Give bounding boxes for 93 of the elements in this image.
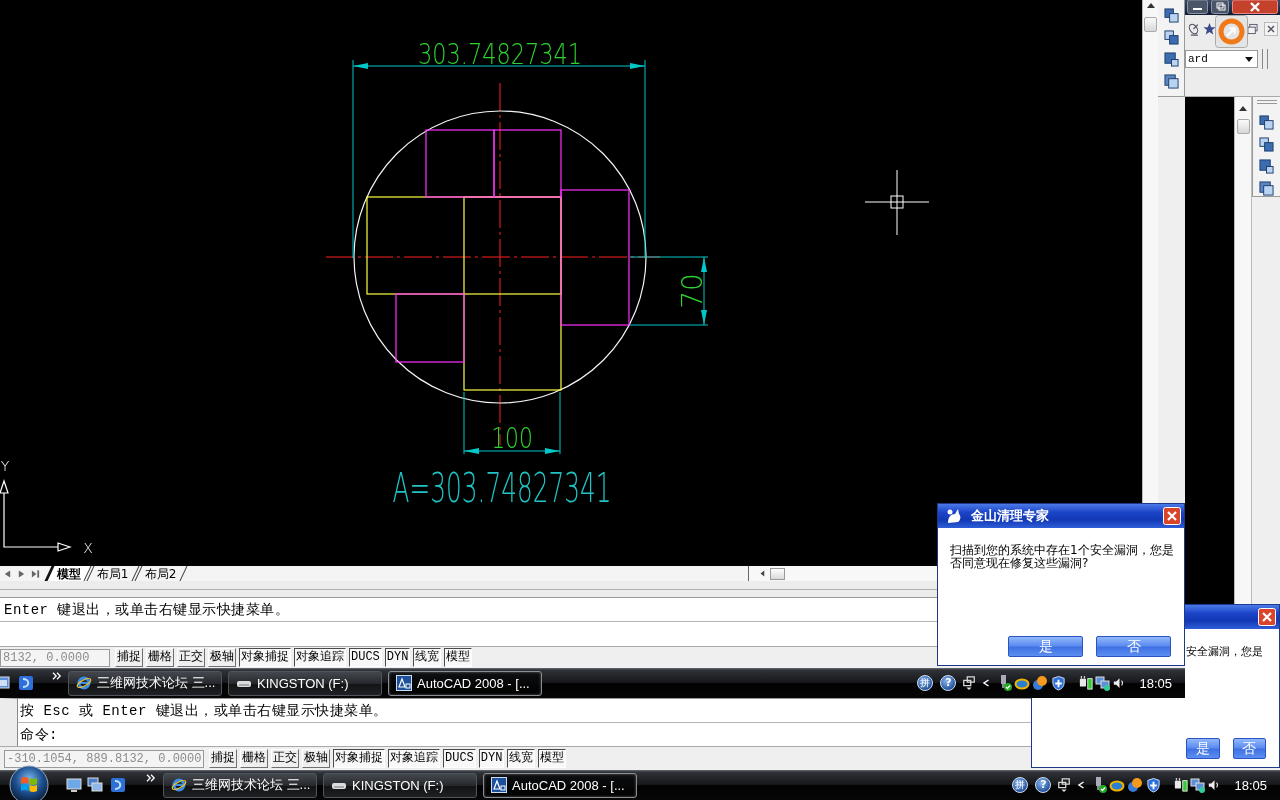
restore-icon[interactable] <box>1247 22 1258 36</box>
stacked-squares-icon[interactable] <box>1259 159 1274 174</box>
stacked-windows-icon[interactable] <box>1057 777 1072 793</box>
status-toggle-button[interactable]: 栅格 <box>146 648 174 667</box>
status-toggle-button[interactable]: DUCS <box>443 749 476 768</box>
up-arrow-icon[interactable] <box>1239 106 1247 111</box>
stacked-windows-icon[interactable] <box>87 777 103 793</box>
status-toggle-button[interactable]: 极轴 <box>208 648 236 667</box>
monitor-icon[interactable] <box>66 777 82 793</box>
dimension-text: 303.74827341 <box>418 37 582 71</box>
axis-label: Y <box>0 458 10 474</box>
stacked-squares-icon[interactable] <box>1259 137 1274 152</box>
stacked-windows-icon[interactable] <box>962 675 977 691</box>
window-icon[interactable] <box>0 675 10 691</box>
dialog-message: 安全漏洞，您是 <box>1186 645 1264 658</box>
network-icon[interactable] <box>1190 777 1207 793</box>
plug-battery-icon[interactable] <box>1174 777 1189 793</box>
taskbar-button[interactable]: 三维网技术论坛 三... <box>163 772 317 798</box>
star-icon[interactable] <box>1203 22 1216 36</box>
status-toggle-button[interactable]: DUCS <box>349 648 382 667</box>
scrollbar-thumb[interactable] <box>1144 17 1157 32</box>
dimension-text: 70 <box>676 273 709 309</box>
next-arrow-icon[interactable] <box>17 568 26 579</box>
plug-battery-icon[interactable] <box>1079 675 1094 691</box>
caret-icon <box>1245 56 1253 62</box>
restore-button[interactable] <box>1211 0 1229 14</box>
arc-tile-icon[interactable] <box>110 777 126 793</box>
status-toggle-button[interactable]: 模型 <box>538 749 567 768</box>
status-toggle-button[interactable]: 对象捕捉 <box>333 749 385 768</box>
status-toggle-button[interactable]: 对象捕捉 <box>239 648 291 667</box>
status-toggle-button[interactable]: 对象追踪 <box>388 749 440 768</box>
coordinates-readout: -310.1054, 889.8132, 0.0000 <box>4 749 204 768</box>
crosshair-cursor-icon <box>864 169 930 236</box>
status-toggle-button[interactable]: DYN <box>478 749 505 768</box>
stacked-squares-icon[interactable] <box>1163 30 1179 45</box>
scrollbar-thumb[interactable] <box>770 567 785 580</box>
arc-tile-icon[interactable] <box>18 675 34 691</box>
scrollbar-thumb[interactable] <box>1236 119 1250 134</box>
command-line-text: 按 Esc 或 Enter 键退出，或单击右键显示快捷菜单。 <box>20 701 388 720</box>
status-toggle-button[interactable]: 捕捉 <box>115 648 143 667</box>
ucs-icon <box>0 479 72 552</box>
overlapping-circles-icon[interactable] <box>1127 777 1144 793</box>
dimension-text: 100 <box>491 422 533 455</box>
double-chevron-icon[interactable] <box>52 672 62 680</box>
taskbar-button[interactable]: KINGSTON (F:) <box>228 670 382 696</box>
taskbar-button[interactable]: AutoCAD 2008 - [... <box>483 772 637 798</box>
shield-icon[interactable] <box>1051 675 1067 691</box>
command-line-text: Enter 键退出，或单击右键显示快捷菜单。 <box>4 600 290 619</box>
status-toggle-button[interactable]: 对象追踪 <box>294 648 346 667</box>
up-arrow-icon[interactable] <box>1146 3 1155 8</box>
overlapping-circles-icon[interactable] <box>1032 675 1049 691</box>
dropdown-field[interactable]: ard <box>1185 50 1258 68</box>
clock: 18:05 <box>1139 675 1172 691</box>
clock: 18:05 <box>1234 777 1267 793</box>
taskbar-button[interactable]: KINGSTON (F:) <box>323 772 477 798</box>
stacked-squares-icon[interactable] <box>1163 52 1179 67</box>
previous-arrow-icon[interactable] <box>3 568 12 579</box>
status-toggle-button[interactable]: 线宽 <box>507 749 536 768</box>
close-button[interactable] <box>1232 0 1278 14</box>
double-chevron-icon[interactable] <box>146 774 156 782</box>
status-toggle-button[interactable]: 栅格 <box>240 749 268 768</box>
area-label: A=303.74827341 <box>392 464 612 512</box>
app-logo-icon <box>945 507 963 525</box>
triangle-tile-icon <box>396 675 412 691</box>
shield-icon[interactable] <box>1146 777 1162 793</box>
start-button[interactable] <box>9 765 49 800</box>
status-toggle-button[interactable]: DYN <box>384 648 411 667</box>
axis-label: X <box>83 540 93 556</box>
close-icon[interactable] <box>1264 22 1278 36</box>
command-line-text: 命令: <box>20 725 58 744</box>
left-arrow-icon[interactable] <box>759 569 765 578</box>
triangle-tile-icon <box>491 777 507 793</box>
last-arrow-icon[interactable] <box>31 568 40 579</box>
status-toggle-button[interactable]: 正交 <box>271 749 299 768</box>
taskbar-button[interactable]: 三维网技术论坛 三... <box>68 670 222 696</box>
ring-swoosh-icon <box>76 675 92 691</box>
stacked-squares-icon[interactable] <box>1163 8 1179 23</box>
stacked-squares-icon[interactable] <box>1259 115 1274 130</box>
status-toggle-button[interactable]: 正交 <box>177 648 205 667</box>
ring-swoosh-icon <box>171 777 187 793</box>
taskbar-button[interactable]: AutoCAD 2008 - [... <box>388 670 542 696</box>
status-toggle-button[interactable]: 线宽 <box>413 648 442 667</box>
network-icon[interactable] <box>1095 675 1112 691</box>
stacked-squares-icon[interactable] <box>1163 74 1179 89</box>
status-toggle-button[interactable]: 捕捉 <box>209 749 237 768</box>
minimize-button[interactable] <box>1187 0 1208 14</box>
dialog-title: 金山清理专家 <box>971 507 1049 525</box>
status-toggle-button[interactable]: 模型 <box>444 648 473 667</box>
stacked-squares-icon[interactable] <box>1259 181 1274 196</box>
satellite-dish-icon[interactable] <box>1187 22 1200 36</box>
coordinates-readout: 8132, 0.0000 <box>0 648 110 667</box>
layout-tab[interactable]: 模型 <box>44 566 92 581</box>
status-toggle-button[interactable]: 极轴 <box>302 749 330 768</box>
